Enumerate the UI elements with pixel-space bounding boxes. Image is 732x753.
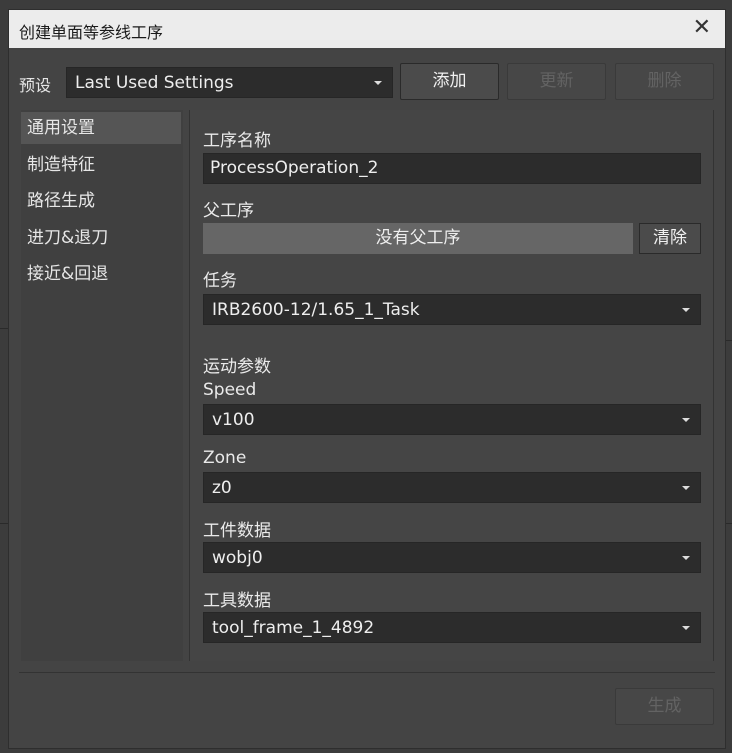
general-settings-panel: 工序名称 ProcessOperation_2 父工序 没有父工序 清除 任务 … — [189, 110, 714, 661]
speed-value: v100 — [212, 410, 255, 430]
operation-name-label: 工序名称 — [203, 131, 271, 151]
preset-value: Last Used Settings — [75, 73, 234, 93]
workobject-dropdown[interactable]: wobj0 — [203, 542, 701, 573]
chevron-down-icon — [682, 556, 690, 560]
backdrop-line — [726, 523, 732, 524]
tool-data-value: tool_frame_1_4892 — [212, 618, 375, 638]
create-operation-dialog: 创建单面等参线工序 ✕ 预设 Last Used Settings 添加 更新 … — [8, 9, 726, 749]
update-preset-button[interactable]: 更新 — [507, 63, 606, 100]
preset-label: 预设 — [19, 76, 52, 95]
task-dropdown[interactable]: IRB2600-12/1.65_1_Task — [203, 294, 701, 325]
backdrop-line — [0, 328, 8, 329]
speed-dropdown[interactable]: v100 — [203, 404, 701, 435]
tool-data-label: 工具数据 — [203, 591, 271, 611]
speed-label: Speed — [203, 380, 257, 400]
chevron-down-icon — [374, 81, 382, 85]
chevron-down-icon — [682, 626, 690, 630]
add-preset-button[interactable]: 添加 — [400, 63, 499, 100]
generate-button[interactable]: 生成 — [615, 688, 714, 725]
nav-item-path-generation[interactable]: 路径生成 — [21, 185, 181, 217]
operation-name-input[interactable]: ProcessOperation_2 — [203, 153, 701, 184]
dialog-title: 创建单面等参线工序 — [19, 23, 164, 42]
zone-label: Zone — [203, 448, 247, 468]
parent-operation-button[interactable]: 没有父工序 — [203, 223, 633, 254]
task-label: 任务 — [203, 271, 237, 291]
chevron-down-icon — [682, 418, 690, 422]
zone-value: z0 — [212, 478, 232, 498]
workobject-value: wobj0 — [212, 548, 263, 568]
nav-item-general[interactable]: 通用设置 — [21, 112, 181, 144]
nav-item-approach-depart[interactable]: 接近&回退 — [21, 258, 181, 290]
parent-operation-label: 父工序 — [203, 201, 254, 221]
chevron-down-icon — [682, 308, 690, 312]
nav-item-approach-retract[interactable]: 进刀&退刀 — [21, 222, 181, 254]
clear-parent-button[interactable]: 清除 — [639, 223, 701, 254]
footer-divider — [19, 672, 715, 673]
close-icon[interactable]: ✕ — [693, 15, 711, 41]
task-value: IRB2600-12/1.65_1_Task — [212, 300, 420, 320]
settings-nav: 通用设置 制造特征 路径生成 进刀&退刀 接近&回退 — [21, 110, 183, 661]
title-bar: 创建单面等参线工序 ✕ — [9, 10, 725, 48]
workobject-label: 工件数据 — [203, 521, 271, 541]
tool-data-dropdown[interactable]: tool_frame_1_4892 — [203, 612, 701, 643]
backdrop-line — [726, 340, 732, 341]
zone-dropdown[interactable]: z0 — [203, 472, 701, 503]
motion-params-heading: 运动参数 — [203, 357, 271, 377]
chevron-down-icon — [682, 486, 690, 490]
nav-item-manufacturing-feature[interactable]: 制造特征 — [21, 149, 181, 181]
delete-preset-button[interactable]: 删除 — [615, 63, 714, 100]
backdrop-line — [0, 523, 8, 524]
preset-dropdown[interactable]: Last Used Settings — [66, 67, 393, 98]
